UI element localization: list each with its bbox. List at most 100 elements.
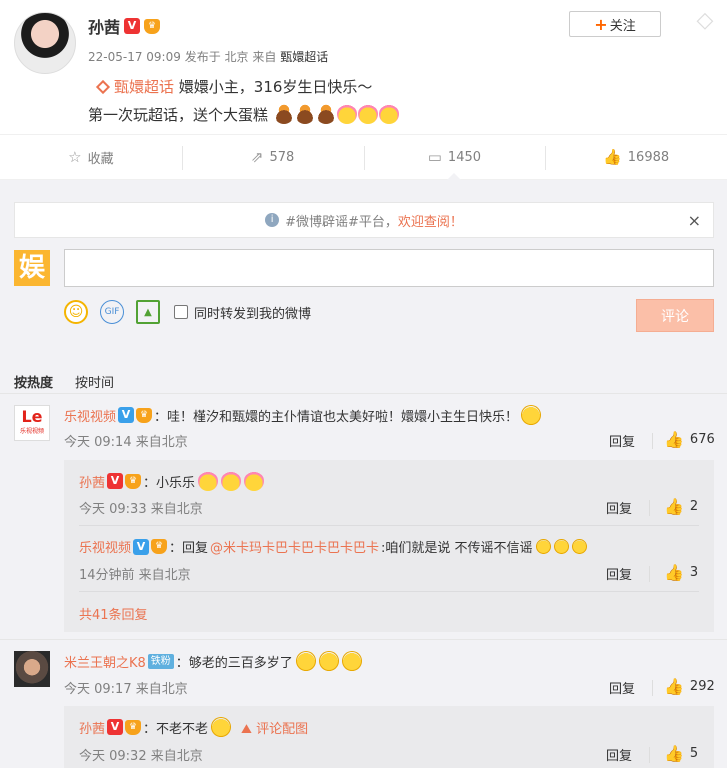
verified-icon: V <box>118 407 135 423</box>
comment-text-row: 米兰王朝之K8 铁粉 ：够老的三百多岁了 <box>64 651 362 671</box>
follow-button[interactable]: + 关注 <box>569 11 661 37</box>
verified-icon: V <box>107 473 124 489</box>
author-name[interactable]: 孙茜 <box>88 14 120 38</box>
tab-sort-hot[interactable]: 按热度 <box>14 372 53 391</box>
crying-face-emoji-icon <box>521 405 542 425</box>
crown-icon: ♛ <box>125 473 142 489</box>
thumb-up-icon: 👍 <box>664 744 684 763</box>
divider <box>79 591 699 592</box>
sync-repost-checkbox[interactable]: 同时转发到我的微博 <box>174 303 311 322</box>
verified-icon: V <box>133 538 150 555</box>
post-time[interactable]: 22-05-17 09:09 <box>88 50 181 64</box>
favorite-button[interactable]: ☆ 收藏 <box>0 135 182 179</box>
picture-icon: ⛰ <box>241 721 252 737</box>
plus-icon: + <box>594 14 608 34</box>
more-replies-link[interactable]: 共41条回复 <box>79 604 148 623</box>
reply-like-count: 3 <box>689 565 699 580</box>
image-icon[interactable]: ▲ <box>136 300 160 324</box>
comment-count: 1450 <box>447 149 482 165</box>
cake-emoji-icon <box>273 104 294 124</box>
party-face-emoji-icon <box>357 104 378 124</box>
emoji-icon[interactable]: ☺ <box>64 300 88 324</box>
letv-logo-sub: 乐视视频 <box>19 428 44 435</box>
rumor-notice: i #微博辟谣#平台， 欢迎查阅！ × <box>14 202 714 238</box>
reply-like-count: 5 <box>689 746 699 761</box>
comment-input[interactable] <box>64 249 714 287</box>
post-location: 北京 <box>224 50 249 64</box>
comment-text-row: 乐视视频 V ♛ ：哇！槿汐和甄嬛的主仆情谊也太美好啦！嬛嬛小主生日快乐！ <box>64 405 542 425</box>
thinking-face-emoji-icon <box>318 651 339 671</box>
reply-like-button[interactable]: 👍 5 <box>664 744 698 763</box>
author-avatar[interactable] <box>14 12 76 74</box>
thinking-face-emoji-icon <box>341 651 362 671</box>
replier-name[interactable]: 乐视视频 <box>79 537 131 556</box>
comment-time: 今天 09:17 来自北京 <box>64 682 188 697</box>
reply-prefix: ：回复 <box>169 541 209 556</box>
post-source[interactable]: 甄嬛超话 <box>280 50 328 64</box>
cake-emoji-icon <box>315 104 336 124</box>
reply-like-button[interactable]: 👍 2 <box>664 497 698 516</box>
notice-text: #微博辟谣#平台， <box>285 214 398 230</box>
thumb-up-icon: 👍 <box>664 430 684 449</box>
info-icon: i <box>265 213 280 227</box>
commenter-avatar[interactable]: Le 乐视视频 <box>14 405 50 441</box>
replier-name[interactable]: 孙茜 <box>79 472 105 491</box>
repost-count: 578 <box>269 149 295 165</box>
close-icon[interactable]: × <box>688 211 701 230</box>
commenter-name[interactable]: 米兰王朝之K8 <box>64 652 146 671</box>
comment-picture-label: 评论配图 <box>256 721 309 737</box>
weibo-post: 孙茜 V ♛ 22-05-17 09:09 发布于 北京 来自 甄嬛超话 + 关… <box>0 0 727 134</box>
reply-button[interactable]: 回复 <box>606 564 632 583</box>
author-row: 孙茜 V ♛ <box>88 14 161 38</box>
verified-icon: V <box>107 719 124 735</box>
post-meta: 22-05-17 09:09 发布于 北京 来自 甄嬛超话 <box>88 48 328 65</box>
like-button[interactable]: 👍 16988 <box>545 135 727 179</box>
thumb-up-icon: 👍 <box>664 563 684 582</box>
like-separator <box>652 433 653 449</box>
party-face-emoji-icon <box>198 471 219 491</box>
reply-button[interactable]: 回复 <box>609 431 635 450</box>
reply-button[interactable]: 回复 <box>609 678 635 697</box>
like-separator <box>649 566 650 582</box>
reply-text: :咱们就是说 不传谣不信谣 <box>381 541 533 556</box>
reply-like-button[interactable]: 👍 3 <box>664 563 698 582</box>
source-label: 来自 <box>252 50 277 64</box>
follow-label: 关注 <box>609 18 636 34</box>
composer-toolbar: ☺ GIF ▲ 同时转发到我的微博 <box>64 298 311 326</box>
checkbox-box[interactable] <box>174 305 188 319</box>
topic-link[interactable]: 甄嬛超话 <box>114 78 174 96</box>
decorative-corner-icon: ◇ <box>696 8 714 33</box>
star-icon: ☆ <box>68 148 82 166</box>
divider <box>0 639 727 640</box>
crown-icon: ♛ <box>151 539 168 554</box>
comment-text: ：哇！槿汐和甄嬛的主仆情谊也太美好啦！嬛嬛小主生日快乐！ <box>154 409 519 425</box>
comment-like-button[interactable]: 👍 676 <box>664 430 715 449</box>
gif-icon[interactable]: GIF <box>100 300 124 324</box>
comment-picture-link[interactable]: ⛰ 评论配图 <box>241 718 308 737</box>
comment-button[interactable]: ▭ 1450 <box>363 135 546 180</box>
reply-text: ：小乐乐 <box>143 475 196 491</box>
crown-icon: ♛ <box>125 719 142 735</box>
reply-button[interactable]: 回复 <box>606 498 632 517</box>
replier-name[interactable]: 孙茜 <box>79 718 105 737</box>
reply-text: ：不老不老 <box>143 721 209 737</box>
party-face-emoji-icon <box>378 104 399 124</box>
mention-link[interactable]: @米卡玛卡巴卡巴卡巴卡巴卡 <box>210 537 379 556</box>
commenter-avatar[interactable] <box>14 651 50 687</box>
party-face-emoji-icon <box>244 471 265 491</box>
party-face-emoji-icon <box>221 471 242 491</box>
divider <box>0 393 727 394</box>
like-separator <box>649 500 650 516</box>
repost-button[interactable]: ⇗ 578 <box>181 135 364 179</box>
commenter-name[interactable]: 乐视视频 <box>64 406 116 425</box>
tab-sort-time[interactable]: 按时间 <box>75 372 114 391</box>
notice-link[interactable]: 欢迎查阅！ <box>398 211 463 230</box>
reply-button[interactable]: 回复 <box>606 745 632 764</box>
sync-repost-label: 同时转发到我的微博 <box>194 306 312 322</box>
verified-icon: V <box>124 18 141 34</box>
submit-comment-button[interactable]: 评论 <box>636 299 714 332</box>
sort-tabs: 按热度 按时间 <box>14 372 114 391</box>
comment-text: ：够老的三百多岁了 <box>175 655 293 671</box>
comment-like-button[interactable]: 👍 292 <box>664 677 715 696</box>
favorite-label: 收藏 <box>87 151 114 167</box>
